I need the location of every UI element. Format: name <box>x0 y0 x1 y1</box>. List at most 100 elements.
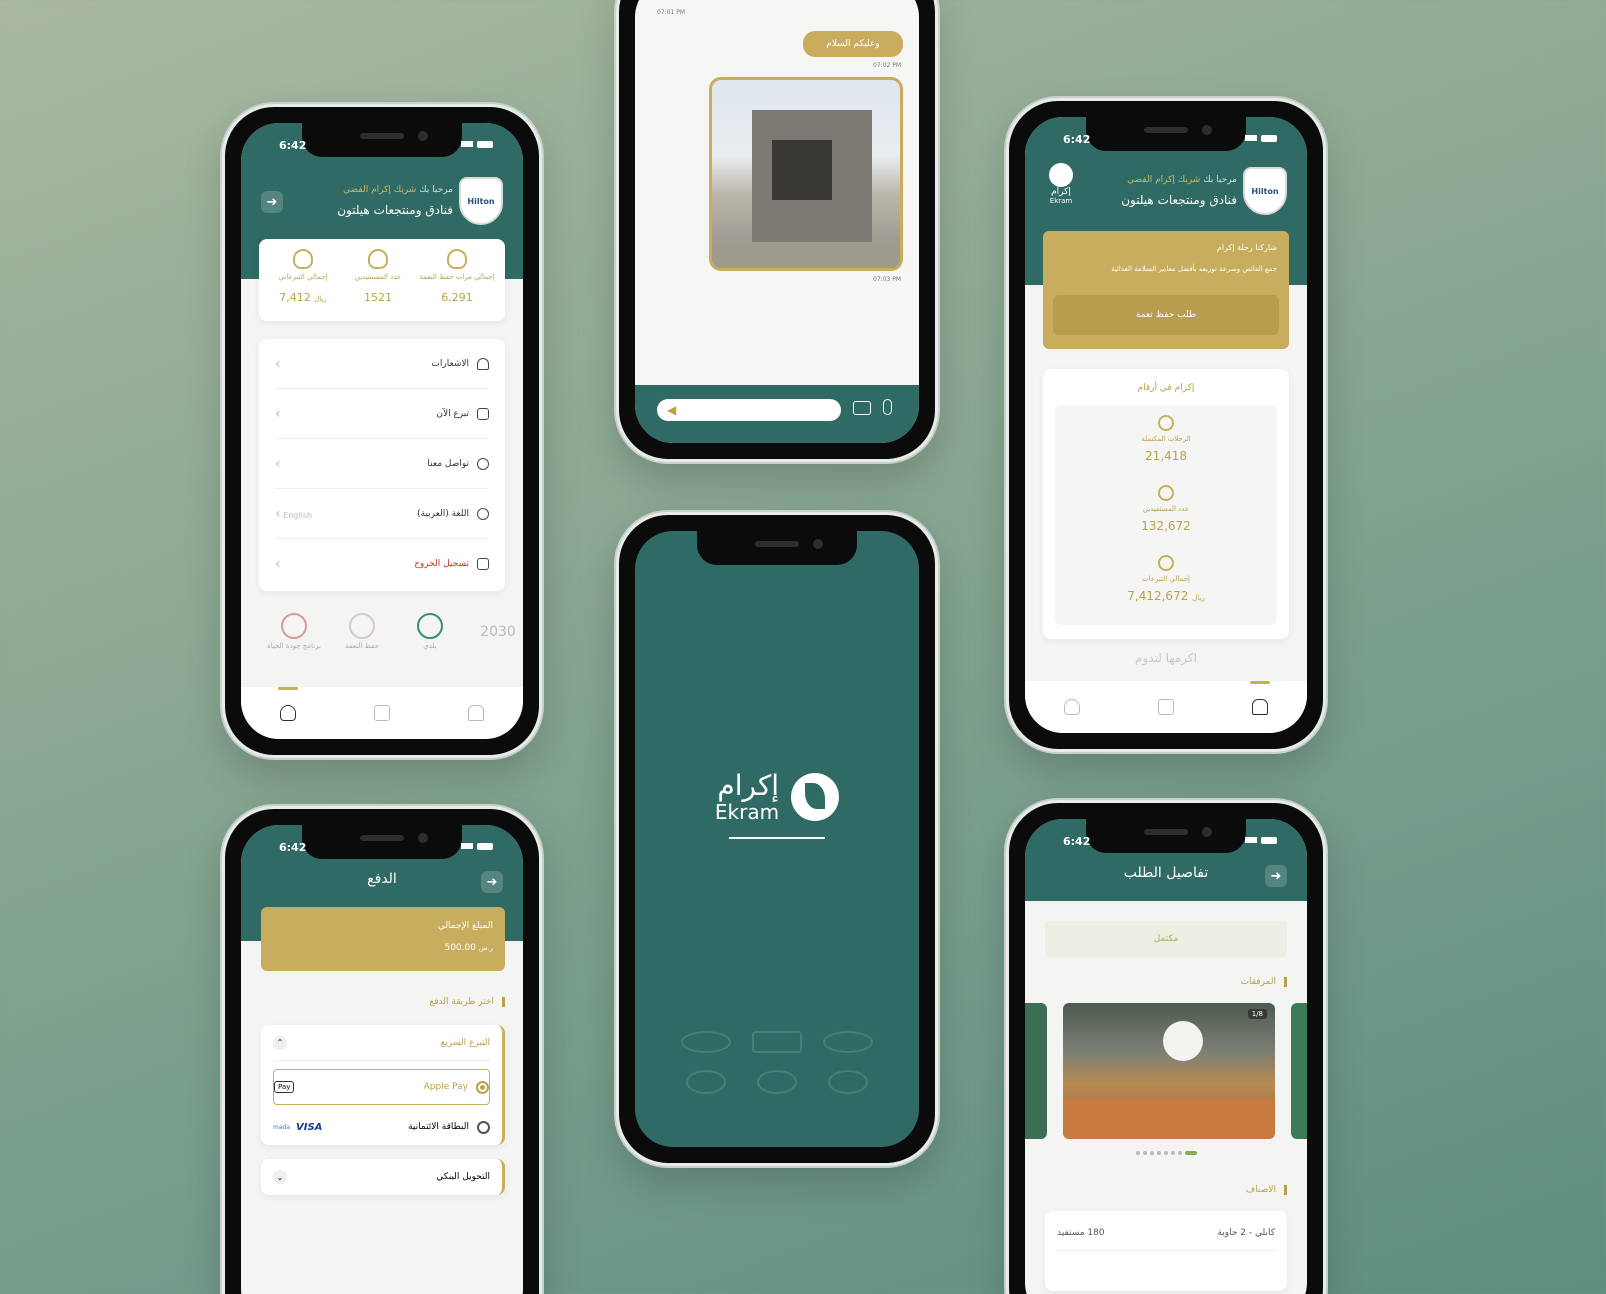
details-screen: 6:42 تفاصيل الطلب ➜ مكتمل المرفقات 1/8 ا… <box>1025 819 1307 1294</box>
choose-method-title: اختر طريقة الدفع <box>429 997 505 1007</box>
menu-contact[interactable]: ‹ تواصل معنا <box>275 439 489 489</box>
menu-donate[interactable]: ‹ تبرع الآن <box>275 389 489 439</box>
splash-screen: إكرام Ekram <box>635 531 919 1147</box>
chevron-left-icon: ‹ <box>275 455 281 472</box>
radio-unselected[interactable] <box>477 1120 490 1134</box>
status-icons <box>1245 135 1277 142</box>
donate-icon <box>1158 555 1174 571</box>
back-button[interactable]: ➜ <box>1265 865 1287 887</box>
next-photo <box>1291 1003 1307 1139</box>
leaf-icon <box>1049 163 1073 187</box>
ekram-logo: إكرام Ekram <box>635 771 919 823</box>
stat-beneficiaries: عدد المستفيدين 132,672 <box>1055 485 1277 533</box>
status-badge: مكتمل <box>1045 921 1287 957</box>
prev-photo <box>1025 1003 1047 1139</box>
org-name: فنادق ومنتجعات هيلتون <box>337 203 453 217</box>
menu-language[interactable]: ‹ English اللغة (العربية) <box>275 489 489 539</box>
chevron-left-icon: ‹ <box>275 505 281 522</box>
notch <box>302 123 462 157</box>
items-title: الاصناف <box>1246 1185 1287 1195</box>
bank-transfer-panel[interactable]: التحويل البنكي ⌄ <box>261 1159 505 1195</box>
status-icons <box>461 141 493 148</box>
leaf-icon <box>791 773 840 821</box>
status-time: 6:42 <box>279 841 307 854</box>
org-name: فنادق ومنتجعات هيلتون <box>1121 193 1237 207</box>
logout-icon <box>477 558 489 570</box>
apple-pay-logo: Pay <box>274 1081 295 1093</box>
chevron-left-icon: ‹ <box>275 556 281 572</box>
back-button[interactable]: ➜ <box>261 191 283 213</box>
bell-icon <box>477 357 489 370</box>
chat-composer: ◀ <box>635 385 919 443</box>
user-icon <box>1064 699 1080 715</box>
menu-notifications[interactable]: ‹ الاشعارات <box>275 339 489 389</box>
quick-donation-header[interactable]: التبرع السريع ⌃ <box>273 1025 490 1061</box>
menu-logout[interactable]: ‹ تسجيل الخروج <box>275 539 489 589</box>
vision-2030-logo: 2030 <box>480 623 516 640</box>
attachments-title: المرفقات <box>1241 977 1287 987</box>
tab-home[interactable] <box>456 693 496 733</box>
donate-icon <box>293 249 313 269</box>
timestamp: 07:02 PM <box>873 62 901 69</box>
notch <box>1086 819 1246 853</box>
microphone-icon[interactable] <box>883 399 892 415</box>
request-button[interactable]: طلب حفظ نعمة <box>1053 295 1279 335</box>
status-time: 6:42 <box>1063 835 1091 848</box>
quality-of-life-logo: برنامج جودة الحياة <box>267 613 321 650</box>
partner-logos: برنامج جودة الحياة حفظ النعمة بلدي 2030 <box>267 613 523 650</box>
welcome-text: مرحبا بك شريك إكرام الفضي <box>343 185 453 195</box>
chevron-up-icon: ⌃ <box>273 1035 287 1050</box>
tab-bar <box>1025 681 1307 733</box>
tab-calendar[interactable] <box>1146 687 1186 727</box>
home-icon <box>468 705 484 721</box>
tab-profile[interactable] <box>268 687 308 733</box>
chevron-down-icon: ⌄ <box>273 1170 287 1184</box>
banner-title: شاركنا رحلة إكرام <box>1216 243 1277 252</box>
chat-phone: 07:01 PM وعليكم السلام 07:02 PM 07:03 PM… <box>616 0 938 462</box>
profile-screen: 6:42 ➜ مرحبا بك شريك إكرام الفضي فنادق و… <box>241 123 523 739</box>
faded-partner-logos <box>675 1031 879 1101</box>
stat-total-donations: إجمالي التبرعات ريال 7,412,672 <box>1055 555 1277 603</box>
timestamp: 07:03 PM <box>873 276 901 283</box>
send-icon[interactable]: ◀ <box>667 403 676 417</box>
slogan: اكرمها لتدوم <box>1135 651 1197 665</box>
profile-phone: 6:42 ➜ مرحبا بك شريك إكرام الفضي فنادق و… <box>222 104 542 758</box>
home-phone: 6:42 إكرام Ekram مرحبا بك شريك إكرام الف… <box>1006 98 1326 752</box>
hand-icon <box>447 249 467 269</box>
splash-phone: إكرام Ekram <box>616 512 938 1166</box>
hilton-logo: Hilton <box>459 177 503 225</box>
hilton-logo: Hilton <box>1243 167 1287 215</box>
tab-profile[interactable] <box>1052 687 1092 727</box>
profile-stats-card: إجمالي التبرعاتي 7,412 ريال عدد المستفيد… <box>259 239 505 321</box>
home-icon <box>1252 699 1268 715</box>
credit-card-option[interactable]: البطاقة الائتمانية VISA mada <box>273 1109 490 1145</box>
tab-calendar[interactable] <box>362 693 402 733</box>
attachments-carousel[interactable]: 1/8 <box>1025 1003 1307 1139</box>
people-icon <box>1158 485 1174 501</box>
headset-icon <box>477 457 489 470</box>
tab-bar <box>241 687 523 739</box>
calendar-icon <box>374 705 390 721</box>
image-message[interactable] <box>709 77 903 271</box>
numbers-card: إكرام في أرقام الرحلات المكتملة 21,418 ع… <box>1043 369 1289 639</box>
people-icon <box>368 249 388 269</box>
notch <box>302 825 462 859</box>
tab-home[interactable] <box>1240 681 1280 727</box>
radio-selected[interactable] <box>476 1080 489 1094</box>
chevron-left-icon: ‹ <box>275 405 281 422</box>
donate-icon <box>477 407 489 420</box>
baladi-logo: بلدي <box>403 613 457 650</box>
back-button[interactable]: ➜ <box>481 871 503 893</box>
status-icons <box>461 843 493 850</box>
hifz-logo: حفظ النعمة <box>335 613 389 650</box>
status-icons <box>1245 837 1277 844</box>
user-icon <box>280 705 296 721</box>
message-input[interactable]: ◀ <box>657 399 841 421</box>
calendar-icon <box>1158 699 1174 715</box>
camera-icon[interactable] <box>853 401 871 415</box>
status-time: 6:42 <box>279 139 307 152</box>
apple-pay-option[interactable]: Apple Pay Pay <box>273 1069 490 1105</box>
payment-phone: 6:42 الدفع ➜ المبلغ الإجمالي ر.س 500.00 … <box>222 806 542 1294</box>
globe-icon <box>477 507 489 520</box>
message-bubble: وعليكم السلام <box>803 31 903 57</box>
